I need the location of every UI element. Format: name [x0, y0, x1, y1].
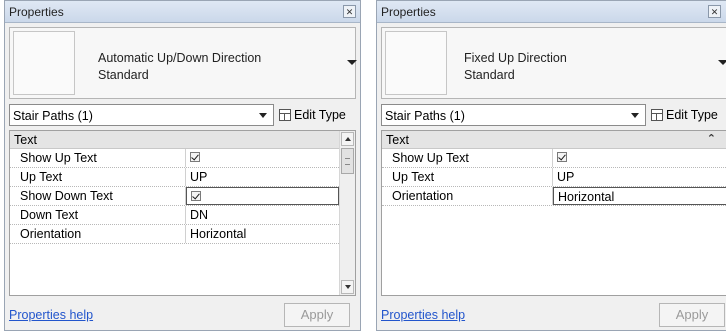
edit-type-button[interactable]: Edit Type	[279, 104, 346, 126]
property-row[interactable]: Show Down Text	[10, 187, 339, 206]
element-filter-dropdown[interactable]: Stair Paths (1)	[381, 104, 646, 126]
type-family-name: Fixed Up Direction	[464, 51, 567, 65]
property-value[interactable]: Horizontal	[553, 187, 726, 205]
property-row[interactable]: Orientation Horizontal	[10, 225, 339, 244]
collapse-icon[interactable]: ⌃	[707, 132, 716, 145]
edit-type-label: Edit Type	[666, 108, 718, 122]
chevron-down-icon[interactable]	[631, 113, 639, 118]
property-row[interactable]: Orientation Horizontal	[382, 187, 726, 206]
filter-row: Stair Paths (1) Edit Type	[9, 104, 356, 126]
property-name: Orientation	[10, 225, 186, 243]
property-row[interactable]: Show Up Text	[382, 149, 726, 168]
property-value[interactable]	[553, 149, 726, 167]
type-selector[interactable]: Automatic Up/Down Direction Standard	[9, 27, 357, 99]
panel-titlebar[interactable]: Properties ✕	[377, 1, 726, 23]
property-name: Down Text	[10, 206, 186, 224]
property-value[interactable]: UP	[553, 168, 726, 186]
close-icon[interactable]: ✕	[708, 5, 721, 18]
vertical-scrollbar[interactable]	[339, 131, 355, 295]
edit-type-icon	[651, 109, 663, 121]
scrollbar-thumb[interactable]	[341, 148, 354, 174]
property-name: Up Text	[10, 168, 186, 186]
scroll-up-icon[interactable]	[341, 132, 354, 146]
filter-selected-value: Stair Paths (1)	[385, 109, 465, 123]
edit-type-label: Edit Type	[294, 108, 346, 122]
type-subname: Standard	[464, 68, 515, 82]
property-value[interactable]: UP	[186, 168, 339, 186]
properties-help-link[interactable]: Properties help	[381, 308, 465, 322]
properties-help-link[interactable]: Properties help	[9, 308, 93, 322]
property-row[interactable]: Show Up Text	[10, 149, 339, 168]
chevron-down-icon[interactable]	[259, 113, 267, 118]
filter-selected-value: Stair Paths (1)	[13, 109, 93, 123]
type-family-name: Automatic Up/Down Direction	[98, 51, 262, 65]
properties-panel-left: Properties ✕ Automatic Up/Down Direction…	[4, 0, 361, 331]
type-selector[interactable]: Fixed Up Direction Standard	[381, 27, 726, 99]
panel-title: Properties	[381, 4, 436, 19]
property-row[interactable]: Up Text UP	[382, 168, 726, 187]
properties-panel-right: Properties ✕ Fixed Up Direction Standard…	[376, 0, 726, 331]
type-preview-thumbnail	[13, 31, 75, 95]
apply-button[interactable]: Apply	[284, 303, 350, 327]
properties-grid: Text ⌃ Show Up Text Up Text UP Orientati…	[381, 130, 726, 296]
group-header-text[interactable]: Text ⌃	[382, 131, 726, 149]
property-name: Orientation	[382, 187, 553, 205]
type-preview-thumbnail	[385, 31, 447, 95]
property-name: Show Up Text	[382, 149, 553, 167]
chevron-down-icon[interactable]	[718, 60, 726, 65]
property-value[interactable]: Horizontal	[186, 225, 339, 243]
properties-grid: Text Show Up Text Up Text UP Show Down T…	[9, 130, 356, 296]
property-name: Show Down Text	[10, 187, 186, 205]
group-header-text[interactable]: Text	[10, 131, 339, 149]
edit-type-button[interactable]: Edit Type	[651, 104, 718, 126]
scroll-down-icon[interactable]	[341, 280, 354, 294]
property-value[interactable]: DN	[186, 206, 339, 224]
panel-footer: Properties help Apply	[381, 303, 726, 327]
property-row[interactable]: Down Text DN	[10, 206, 339, 225]
property-row[interactable]: Up Text UP	[10, 168, 339, 187]
edit-type-icon	[279, 109, 291, 121]
property-name: Up Text	[382, 168, 553, 186]
group-label: Text	[386, 133, 409, 147]
close-icon[interactable]: ✕	[343, 5, 356, 18]
checkbox-icon[interactable]	[190, 152, 200, 162]
panel-title: Properties	[9, 4, 64, 19]
element-filter-dropdown[interactable]: Stair Paths (1)	[9, 104, 274, 126]
checkbox-icon[interactable]	[557, 152, 567, 162]
property-value[interactable]	[186, 149, 339, 167]
property-value[interactable]	[186, 187, 339, 205]
panel-titlebar[interactable]: Properties ✕	[5, 1, 360, 23]
property-name: Show Up Text	[10, 149, 186, 167]
filter-row: Stair Paths (1) Edit Type	[381, 104, 726, 126]
type-name: Fixed Up Direction Standard	[464, 50, 567, 84]
type-name: Automatic Up/Down Direction Standard	[98, 50, 261, 84]
type-subname: Standard	[98, 68, 149, 82]
chevron-down-icon[interactable]	[347, 60, 357, 65]
panel-footer: Properties help Apply	[9, 303, 356, 327]
checkbox-icon[interactable]	[191, 191, 201, 201]
apply-button[interactable]: Apply	[659, 303, 725, 327]
group-label: Text	[14, 133, 37, 147]
